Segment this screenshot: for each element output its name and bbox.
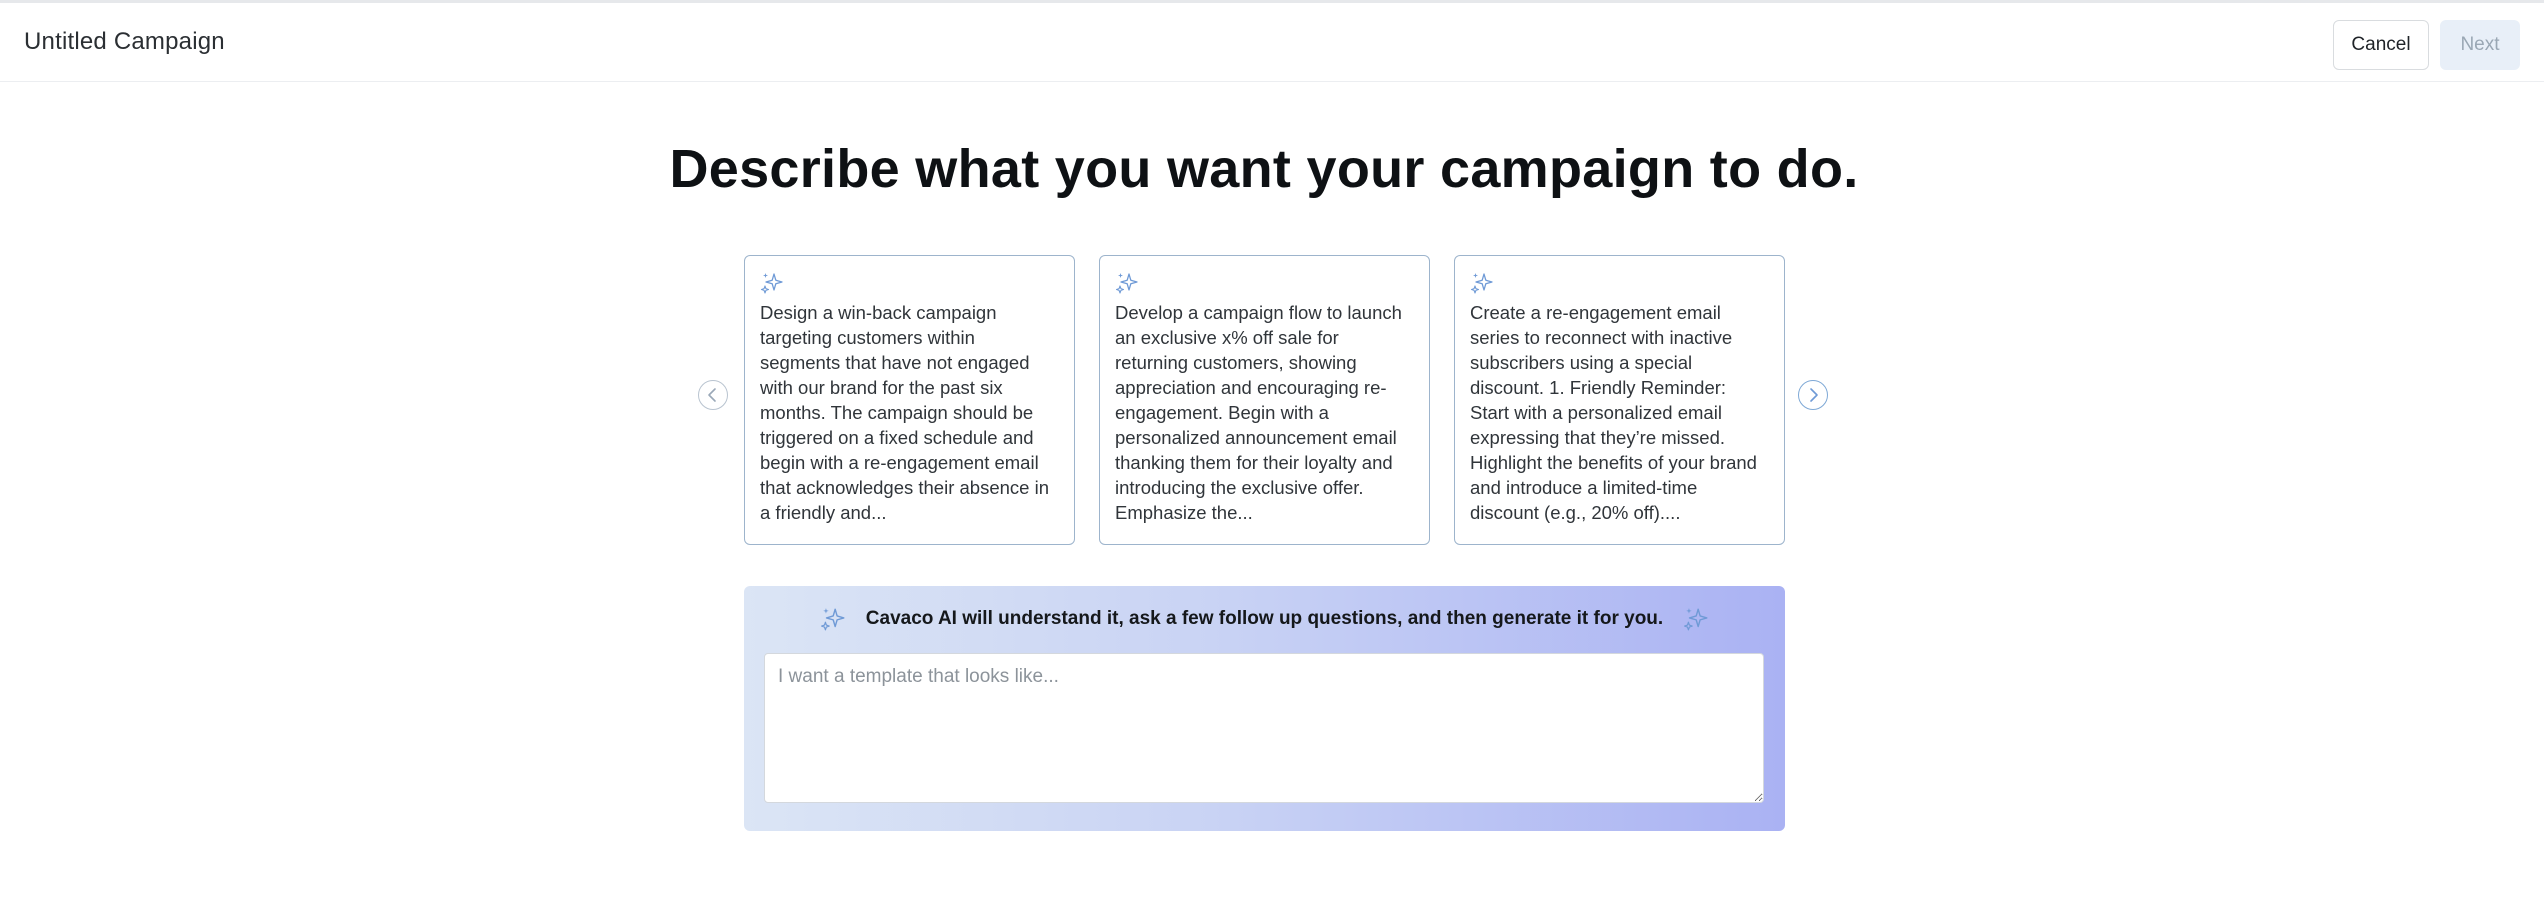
sparkle-icon [760, 273, 783, 294]
sparkle-icon [1684, 608, 1708, 631]
sparkle-icon [1470, 273, 1493, 294]
carousel-prev-button[interactable] [698, 380, 728, 410]
top-bar: Untitled Campaign Cancel Next [0, 0, 2544, 82]
chevron-left-icon [708, 388, 716, 402]
suggestion-card[interactable]: Create a re-engagement email series to r… [1454, 255, 1785, 545]
campaign-title[interactable]: Untitled Campaign [24, 28, 225, 56]
suggestion-text: Design a win-back campaign targeting cus… [760, 302, 1049, 523]
suggestion-card[interactable]: Develop a campaign flow to launch an exc… [1099, 255, 1430, 545]
ai-prompt-panel: Cavaco AI will understand it, ask a few … [744, 586, 1785, 831]
next-button[interactable]: Next [2440, 20, 2520, 70]
prompt-input[interactable] [764, 653, 1764, 803]
carousel-next-button[interactable] [1798, 380, 1828, 410]
page-headline: Describe what you want your campaign to … [669, 139, 1859, 199]
suggestion-text: Develop a campaign flow to launch an exc… [1115, 302, 1402, 523]
sparkle-icon [1115, 273, 1138, 294]
sparkle-icon [820, 608, 845, 631]
cancel-button[interactable]: Cancel [2333, 20, 2429, 70]
ai-banner: Cavaco AI will understand it, ask a few … [744, 606, 1785, 632]
ai-banner-text: Cavaco AI will understand it, ask a few … [865, 608, 1664, 629]
chevron-right-icon [1810, 388, 1818, 402]
suggestion-text: Create a re-engagement email series to r… [1470, 302, 1757, 523]
suggestion-card[interactable]: Design a win-back campaign targeting cus… [744, 255, 1075, 545]
